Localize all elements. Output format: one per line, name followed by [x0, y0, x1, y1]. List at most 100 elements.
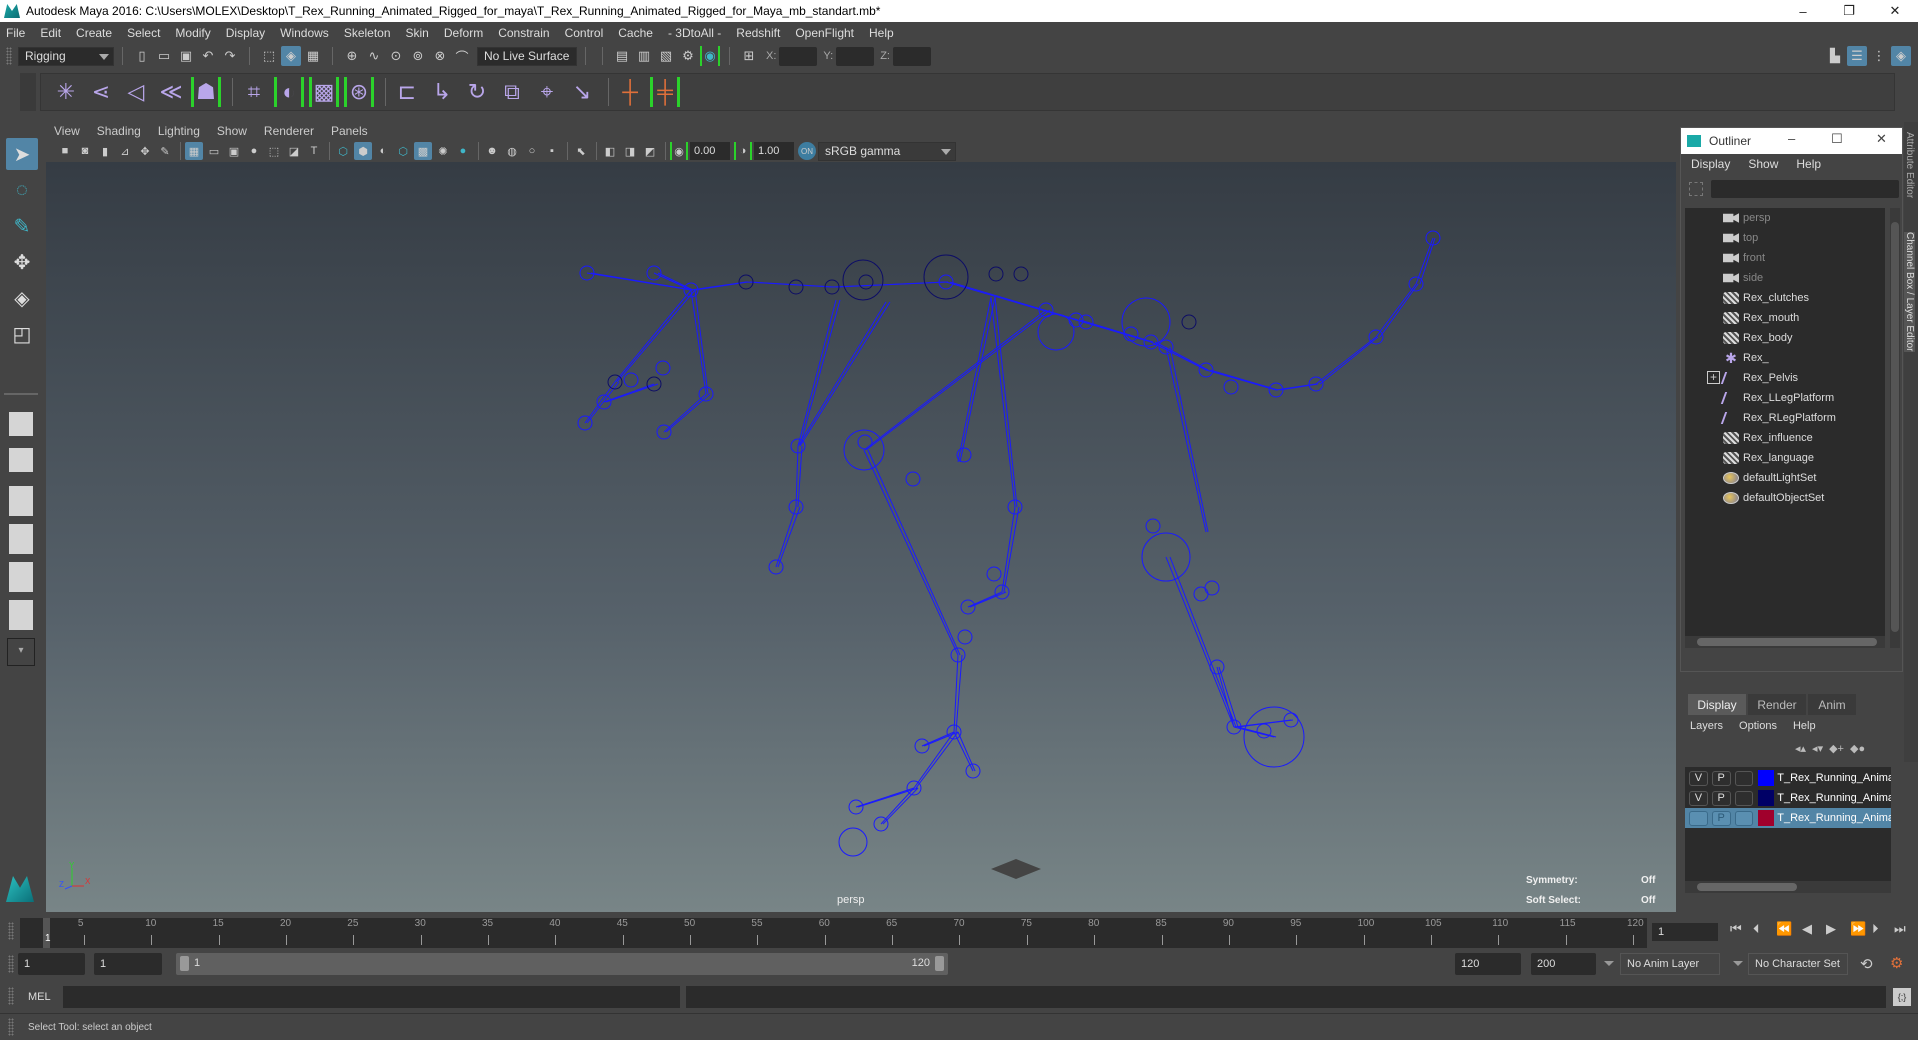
grip-handle[interactable]: [6, 47, 12, 65]
menu-cache[interactable]: Cache: [618, 26, 653, 40]
textured-icon[interactable]: ▩: [414, 142, 432, 160]
layer-menu-help[interactable]: Help: [1793, 720, 1816, 732]
hik-parent-icon[interactable]: ╪: [650, 77, 680, 107]
grip-handle[interactable]: [8, 955, 14, 973]
scroll-thumb[interactable]: [1891, 222, 1899, 632]
layer-row[interactable]: P T_Rex_Running_Anima: [1685, 808, 1891, 828]
gate-mask-icon[interactable]: ●: [245, 142, 263, 160]
lasso-tool-icon[interactable]: ◌: [6, 174, 38, 206]
field-chart-icon[interactable]: ⬚: [265, 142, 283, 160]
snap-grid-icon[interactable]: ⊕: [342, 46, 362, 66]
outliner-item[interactable]: defaultObjectSet: [1723, 488, 1824, 508]
auto-key-icon[interactable]: ⟲: [1860, 955, 1873, 973]
wireframe-on-shaded-icon[interactable]: ⬡: [394, 142, 412, 160]
playback-start-field[interactable]: 1: [94, 953, 162, 975]
viewport-menu-panels[interactable]: Panels: [331, 124, 368, 138]
chevron-down-icon[interactable]: [1604, 961, 1614, 966]
viewport-persp[interactable]: persp Symmetry: Off Soft Select: Off Y X…: [46, 162, 1676, 912]
xray-active-icon[interactable]: ◨: [621, 142, 639, 160]
make-live-icon[interactable]: ⌒: [452, 46, 472, 66]
snap-projected-center-icon[interactable]: ⊚: [408, 46, 428, 66]
display-type-toggle[interactable]: [1734, 810, 1754, 826]
menu-redshift[interactable]: Redshift: [736, 26, 780, 40]
menuset-dropdown[interactable]: Rigging: [18, 46, 114, 66]
outliner-item[interactable]: Rex_clutches: [1723, 288, 1809, 308]
screen-space-ao-icon[interactable]: ☻: [483, 142, 501, 160]
shadows-icon[interactable]: ●: [454, 142, 472, 160]
time-slider[interactable]: 1 5 10 15 20 25 30 35 40 45 50 55 60 65 70 75 80 85 90 95 1…: [0, 912, 1918, 948]
hik-add-icon[interactable]: ┼: [615, 77, 645, 107]
scale-constraint-icon[interactable]: ⧉: [497, 77, 527, 107]
menu-select[interactable]: Select: [127, 26, 160, 40]
tool-settings-toggle-icon[interactable]: ⋮: [1869, 46, 1889, 66]
outliner-item[interactable]: side: [1723, 268, 1763, 288]
new-scene-icon[interactable]: ▯: [132, 46, 152, 66]
viewport-menu-renderer[interactable]: Renderer: [264, 124, 314, 138]
menu-3dtoall[interactable]: - 3DtoAll -: [668, 26, 721, 40]
command-input[interactable]: [63, 986, 680, 1008]
visibility-toggle[interactable]: [1689, 810, 1708, 826]
interactive-bind-icon[interactable]: ⊛: [344, 77, 374, 107]
paint-select-tool-icon[interactable]: ✎: [6, 210, 38, 242]
aim-constraint-icon[interactable]: ⌖: [532, 77, 562, 107]
time-slider-track[interactable]: 1 5 10 15 20 25 30 35 40 45 50 55 60 65 70 75 80 85 90 95 1…: [20, 918, 1647, 948]
grid-icon[interactable]: ▦: [185, 142, 203, 160]
x-coord[interactable]: X:: [766, 46, 818, 66]
select-object-icon[interactable]: ◈: [281, 46, 301, 66]
modeling-toolkit-icon[interactable]: ▙: [1825, 46, 1845, 66]
y-field[interactable]: [836, 46, 875, 66]
playback-toggle[interactable]: P: [1711, 810, 1731, 826]
bind-skin-icon[interactable]: ⌗: [239, 77, 269, 107]
restore-button[interactable]: ❐: [1826, 0, 1872, 22]
menu-edit[interactable]: Edit: [40, 26, 61, 40]
multisample-aa-icon[interactable]: ○: [523, 142, 541, 160]
skeleton-wireframe[interactable]: [46, 162, 1676, 912]
default-material-icon[interactable]: ◐: [374, 142, 392, 160]
layout-hypershade-persp-icon[interactable]: [7, 560, 35, 594]
parent-constraint-icon[interactable]: ⊏: [392, 77, 422, 107]
film-gate-icon[interactable]: ▭: [205, 142, 223, 160]
attribute-editor-tab[interactable]: Attribute Editor: [1904, 132, 1915, 198]
outliner-item[interactable]: Rex_Pelvis: [1720, 368, 1798, 388]
current-frame-field[interactable]: 1: [1652, 923, 1718, 941]
display-type-toggle[interactable]: [1734, 790, 1754, 806]
select-hierarchy-icon[interactable]: ⬚: [259, 46, 279, 66]
outliner-item[interactable]: Rex_influence: [1723, 428, 1813, 448]
insert-joint-icon[interactable]: ⋖: [86, 77, 116, 107]
exposure-field[interactable]: 0.00: [690, 142, 730, 160]
motion-blur-icon[interactable]: ◍: [503, 142, 521, 160]
menu-file[interactable]: File: [6, 26, 25, 40]
orient-constraint-icon[interactable]: ↻: [462, 77, 492, 107]
mirror-joint-icon[interactable]: ◁: [121, 77, 151, 107]
scroll-thumb[interactable]: [1697, 883, 1797, 891]
close-button[interactable]: ✕: [1872, 0, 1918, 22]
create-joints-icon[interactable]: ✳: [51, 77, 81, 107]
playback-toggle[interactable]: P: [1711, 770, 1731, 786]
outliner-item[interactable]: Rex_language: [1723, 448, 1814, 468]
menu-display[interactable]: Display: [226, 26, 265, 40]
move-layer-down-icon[interactable]: ◂▾: [1812, 742, 1823, 755]
select-tool-icon[interactable]: ➤: [6, 138, 38, 170]
select-component-icon[interactable]: ▦: [303, 46, 323, 66]
command-language-label[interactable]: MEL: [28, 991, 51, 1003]
viewport-menu-show[interactable]: Show: [217, 124, 247, 138]
playback-toggle[interactable]: P: [1711, 790, 1731, 806]
step-forward-key-icon[interactable]: ⏩: [1850, 921, 1866, 937]
custom-layout-icon[interactable]: ▾: [7, 638, 35, 666]
ipr-render-icon[interactable]: ▧: [656, 46, 676, 66]
outliner-item[interactable]: Rex_LLegPlatform: [1720, 388, 1834, 408]
go-to-start-icon[interactable]: ⏮: [1730, 921, 1742, 937]
tab-render[interactable]: Render: [1748, 694, 1806, 715]
animation-start-field[interactable]: 1: [18, 953, 85, 975]
outliner-hscrollbar[interactable]: [1685, 636, 1885, 648]
select-camera-icon[interactable]: ■: [56, 142, 74, 160]
layer-hscrollbar[interactable]: [1685, 881, 1891, 893]
image-plane-icon[interactable]: ⊿: [116, 142, 134, 160]
visibility-toggle[interactable]: V: [1689, 770, 1708, 786]
exposure-icon[interactable]: ◉: [670, 142, 688, 160]
layer-row[interactable]: V P T_Rex_Running_Anima: [1685, 788, 1891, 808]
move-tool-icon[interactable]: ✥: [6, 246, 38, 278]
quick-rig-icon[interactable]: ☗: [191, 77, 221, 107]
snap-view-plane-icon[interactable]: ⊗: [430, 46, 450, 66]
bookmark-icon[interactable]: ▮: [96, 142, 114, 160]
